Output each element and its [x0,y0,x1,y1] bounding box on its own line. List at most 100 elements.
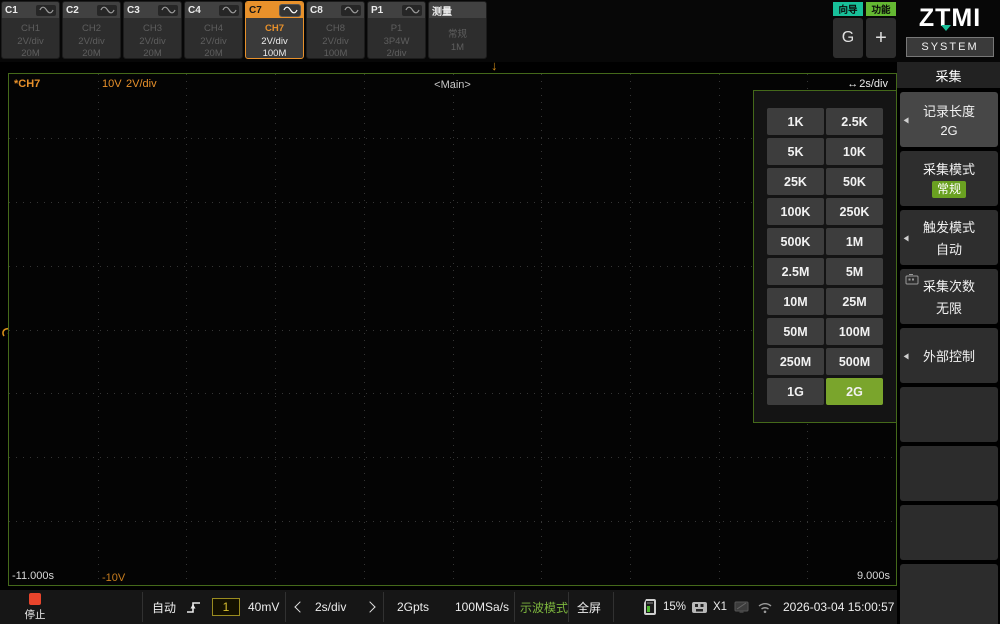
sidebar-button-acquire-mode[interactable]: 采集模式常规 [900,151,998,206]
sidebar-button-empty[interactable] [900,505,998,560]
channel-tab-body: CH12V/div20M [2,18,59,59]
sidebar-button-empty[interactable] [900,446,998,501]
display-output-icon [734,590,749,624]
active-channel-label: *CH7 [14,78,40,90]
channel-tab-line: 2/div [368,48,425,59]
oscilloscope-screen: C1CH12V/div20MC2CH22V/div20MC3CH32V/div2… [0,0,1000,624]
channel-tab-body: CH42V/div20M [185,18,242,59]
h-arrows-icon: ↔ [847,78,858,90]
record-length-option-5k[interactable]: 5K [767,138,824,165]
channel-offset-label: 10V [102,78,122,90]
channel-tab-line: CH8 [307,23,364,36]
channel-tab-line: 2V/div [124,36,181,49]
record-length-option-2g[interactable]: 2G [826,378,883,405]
sidebar-button-external-control[interactable]: ◀外部控制 [900,328,998,383]
record-length-option-10k[interactable]: 10K [826,138,883,165]
channel-tab-body: CH82V/div100M [307,18,364,59]
sidebar-button-empty[interactable] [900,387,998,442]
channel-tab-line: CH3 [124,23,181,36]
record-length-option-1k[interactable]: 1K [767,108,824,135]
wizard-button[interactable]: G [833,18,863,58]
channel-tab-line: 2V/div [63,36,120,49]
channel-tab-line: 20M [63,48,120,59]
timebase-increase-button[interactable] [366,590,374,624]
left-arrow-icon: ◀ [904,115,909,124]
record-length-option-100k[interactable]: 100K [767,198,824,225]
channel-tab-header: C4 [185,2,242,18]
trigger-source-box[interactable]: 1 [212,598,240,616]
channel-tab-p1[interactable]: P1P13P4W2/div [367,1,426,59]
waveform-icon [341,5,361,16]
sidebar-button-value: 无限 [936,298,962,317]
timebase-decrease-button[interactable] [296,590,304,624]
record-length-option-100m[interactable]: 100M [826,318,883,345]
sidebar-button-record-length[interactable]: ◀记录长度2G [900,92,998,147]
channel-tab-line: 2V/div [185,36,242,49]
mode-badge: 常规 [932,181,966,198]
trigger-mode-label[interactable]: 自动 [152,590,176,624]
sidebar-button-value: 2G [940,123,957,138]
system-button[interactable]: SYSTEM [906,37,994,57]
sidebar-button-acquire-count[interactable]: 采集次数无限 [900,269,998,324]
record-length-option-2-5k[interactable]: 2.5K [826,108,883,135]
channel-tab-line: CH4 [185,23,242,36]
brand-logo-triangle-icon [941,25,951,31]
function-badge: 功能 [866,2,896,16]
left-arrow-icon: ◀ [904,351,909,360]
divider [514,592,515,622]
channel-tab-body: 常规1M [429,18,486,54]
record-length-option-2-5m[interactable]: 2.5M [767,258,824,285]
bottom-status-bar: 停止 自动 1 40mV 2s/div 2Gpts 100MSa/s 示波模式 … [0,590,897,624]
channel-tab-measure[interactable]: 测量常规1M [428,1,487,59]
channel-tab-line: 20M [185,48,242,59]
record-length-option-5m[interactable]: 5M [826,258,883,285]
channel-tabs: C1CH12V/div20MC2CH22V/div20MC3CH32V/div2… [1,1,487,59]
channel-tab-c2[interactable]: C2CH22V/div20M [62,1,121,59]
record-length-option-25m[interactable]: 25M [826,288,883,315]
sidebar-button-trigger-mode[interactable]: ◀触发模式自动 [900,210,998,265]
record-length-option-25k[interactable]: 25K [767,168,824,195]
record-length-option-50m[interactable]: 50M [767,318,824,345]
channel-tab-header: C7 [246,2,303,18]
channel-tab-line: CH7 [246,23,303,36]
channel-tab-header: C1 [2,2,59,18]
trigger-level-label[interactable]: 40mV [248,590,279,624]
divider [613,592,614,622]
timebase-value: 2s/div [859,78,888,90]
channel-tab-header: C8 [307,2,364,18]
channel-tab-id: C8 [310,5,323,16]
channel-tab-id: C3 [127,5,140,16]
record-length-option-500k[interactable]: 500K [767,228,824,255]
grid-line-horizontal [9,521,896,522]
channel-tab-id: P1 [371,5,383,16]
stop-button[interactable]: 停止 [20,590,50,624]
sidebar-button-empty[interactable] [900,564,998,624]
record-length-option-50k[interactable]: 50K [826,168,883,195]
record-length-option-500m[interactable]: 500M [826,348,883,375]
fullscreen-button[interactable]: 全屏 [577,590,601,624]
timebase-label: ↔ 2s/div [847,78,888,90]
channel-tab-body: CH72V/div100M [246,18,303,59]
channel-tab-line: 1M [429,42,486,55]
channel-tab-c7[interactable]: C7CH72V/div100M [245,1,304,59]
channel-tab-c8[interactable]: C8 CH82V/div100M [306,1,365,59]
record-length-option-10m[interactable]: 10M [767,288,824,315]
record-length-option-250k[interactable]: 250K [826,198,883,225]
channel-tab-id: C4 [188,5,201,16]
record-length-option-1g[interactable]: 1G [767,378,824,405]
sidebar-title: 采集 [897,62,1000,88]
channel-tab-c1[interactable]: C1CH12V/div20M [1,1,60,59]
top-channel-bar: C1CH12V/div20MC2CH22V/div20MC3CH32V/div2… [0,0,1000,62]
trigger-position-marker-icon[interactable]: ↓ [491,58,498,73]
record-length-option-250m[interactable]: 250M [767,348,824,375]
usb-device-icon [691,590,708,624]
record-length-option-1m[interactable]: 1M [826,228,883,255]
timebase-readout[interactable]: 2s/div [315,590,346,624]
grid-line-horizontal [9,457,896,458]
channel-tab-c3[interactable]: C3 CH32V/div20M [123,1,182,59]
stop-icon [29,593,41,605]
channel-tab-line: 20M [124,48,181,59]
channel-tab-c4[interactable]: C4 CH42V/div20M [184,1,243,59]
add-function-button[interactable]: + [866,18,896,58]
scope-mode-label[interactable]: 示波模式 [520,590,568,624]
